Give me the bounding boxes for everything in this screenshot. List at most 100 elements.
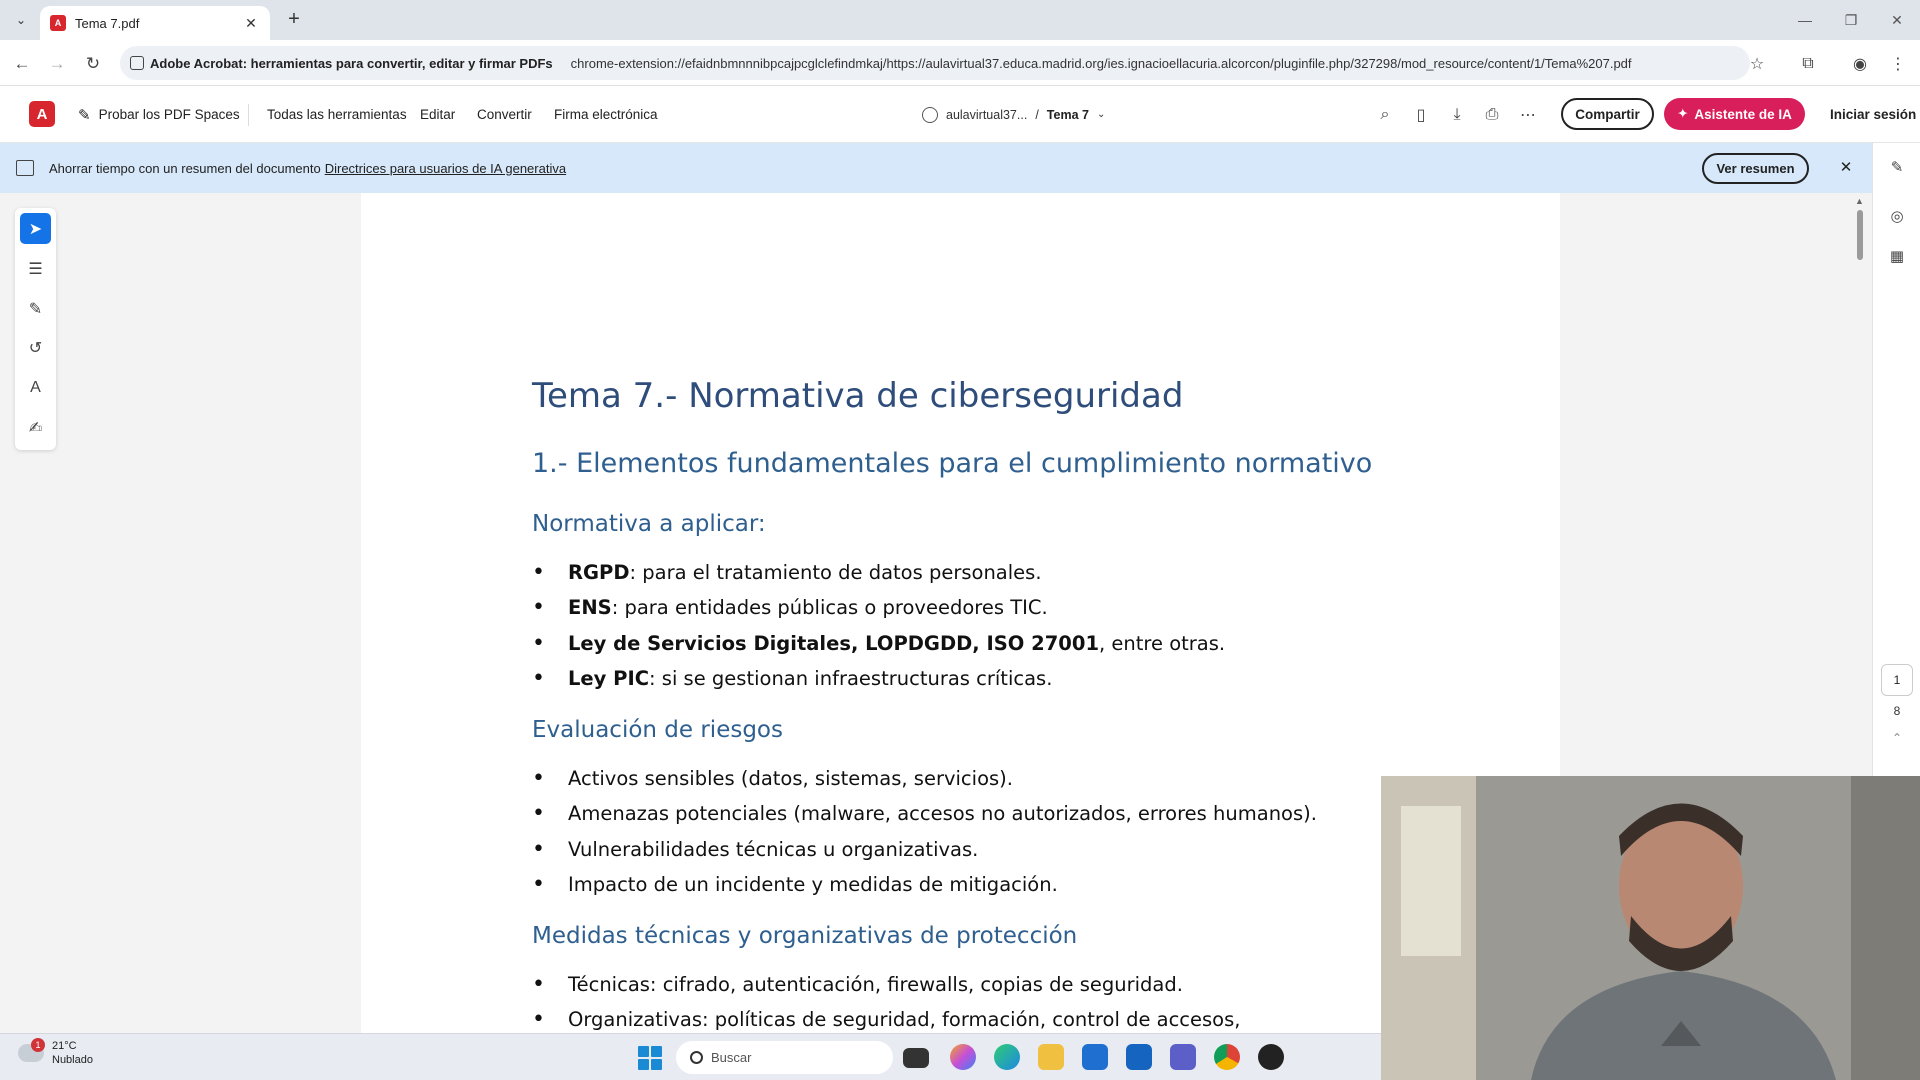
webcam-overlay xyxy=(1381,776,1920,1080)
page-view-icon[interactable]: ▯ xyxy=(1408,102,1434,128)
acrobat-logo-icon[interactable]: A xyxy=(29,101,55,127)
breadcrumb[interactable]: aulavirtual37... / Tema 7 ⌄ xyxy=(922,86,1105,143)
reload-icon[interactable]: ↻ xyxy=(81,52,105,76)
extensions-icon[interactable]: ⧉ xyxy=(1796,52,1820,76)
tab-title: Tema 7.pdf xyxy=(75,15,140,31)
list-item: Ley de Servicios Digitales, LOPDGDD, ISO… xyxy=(532,626,1225,662)
recording-app-icon[interactable] xyxy=(1258,1044,1284,1070)
profile-icon[interactable]: ◉ xyxy=(1848,52,1872,76)
file-explorer-icon[interactable] xyxy=(1038,1044,1064,1070)
summary-banner: Ahorrar tiempo con un resumen del docume… xyxy=(0,143,1872,193)
thumbnails-grid-icon[interactable]: ▦ xyxy=(1886,245,1908,267)
site-info-chip[interactable]: Adobe Acrobat: herramientas para convert… xyxy=(130,56,563,71)
extension-icon xyxy=(130,56,144,70)
list-item: Amenazas potenciales (malware, accesos n… xyxy=(532,796,1317,832)
teams-icon[interactable] xyxy=(1170,1044,1196,1070)
task-view-icon[interactable] xyxy=(903,1048,929,1068)
cloud-icon: 1 xyxy=(18,1038,45,1062)
comment-tool-icon[interactable]: ☰ xyxy=(20,253,51,284)
download-icon[interactable]: ⤓ xyxy=(1444,102,1470,128)
banner-close-icon[interactable]: ✕ xyxy=(1836,157,1856,177)
tab-search-dropdown-icon[interactable]: ⌄ xyxy=(10,9,32,31)
print-icon[interactable]: ⎙ xyxy=(1479,102,1505,128)
chevron-down-icon[interactable]: ⌄ xyxy=(1097,109,1105,120)
list-item: Activos sensibles (datos, sistemas, serv… xyxy=(532,761,1317,797)
page-up-icon[interactable]: ⌃ xyxy=(1881,731,1913,745)
ai-assistant-label: Asistente de IA xyxy=(1694,106,1792,122)
list-item: RGPD: para el tratamiento de datos perso… xyxy=(532,555,1225,591)
normativa-list: RGPD: para el tratamiento de datos perso… xyxy=(532,555,1225,697)
browser-tab-bar: ⌄ A Tema 7.pdf ✕ + — ❐ ✕ xyxy=(0,0,1920,40)
address-bar-row: ← → ↻ Adobe Acrobat: herramientas para c… xyxy=(0,40,1920,86)
select-cursor-icon[interactable]: ➤ xyxy=(20,213,51,244)
subheading-riesgos: Evaluación de riesgos xyxy=(532,717,783,743)
close-window-icon[interactable]: ✕ xyxy=(1874,0,1920,40)
menu-convert[interactable]: Convertir xyxy=(477,86,532,143)
menu-e-signature[interactable]: Firma electrónica xyxy=(554,86,658,143)
webcam-person-image xyxy=(1381,776,1920,1080)
chrome-icon[interactable] xyxy=(1214,1044,1240,1070)
banner-text: Ahorrar tiempo con un resumen del docume… xyxy=(49,160,321,176)
omnibox[interactable]: Adobe Acrobat: herramientas para convert… xyxy=(120,46,1750,80)
globe-icon xyxy=(922,106,938,123)
weather-widget[interactable]: 1 21°C Nublado xyxy=(18,1038,93,1066)
copilot-icon[interactable] xyxy=(950,1044,976,1070)
breadcrumb-site: aulavirtual37... xyxy=(946,107,1028,122)
medidas-list: Técnicas: cifrado, autenticación, firewa… xyxy=(532,967,1240,1033)
tab-tema7[interactable]: A Tema 7.pdf ✕ xyxy=(40,6,270,40)
more-options-icon[interactable]: ⋯ xyxy=(1515,102,1541,128)
draw-lasso-icon[interactable]: ↺ xyxy=(20,332,51,363)
list-item: Vulnerabilidades técnicas u organizativa… xyxy=(532,832,1317,868)
forward-icon[interactable]: → xyxy=(45,52,69,76)
sign-tool-icon[interactable]: ✍ xyxy=(20,412,51,443)
back-icon[interactable]: ← xyxy=(10,52,34,76)
new-tab-icon[interactable]: + xyxy=(282,8,306,31)
notification-badge: 1 xyxy=(31,1038,45,1052)
restore-icon[interactable]: ❐ xyxy=(1828,0,1874,40)
document-scrollbar[interactable]: ▲ xyxy=(1852,196,1868,756)
view-summary-button[interactable]: Ver resumen xyxy=(1702,153,1809,184)
pdf-favicon-icon: A xyxy=(50,15,66,31)
highlight-pen-icon[interactable]: ✎ xyxy=(20,293,51,324)
outlook-icon[interactable] xyxy=(1126,1044,1152,1070)
search-icon xyxy=(690,1051,703,1064)
search-icon[interactable]: ⌕ xyxy=(1372,102,1398,128)
list-item: Impacto de un incidente y medidas de mit… xyxy=(532,867,1317,903)
menu-all-tools[interactable]: Todas las herramientas xyxy=(267,86,407,143)
acrobat-toolbar: A ✎ Probar los PDF Spaces Todas las herr… xyxy=(0,86,1920,143)
toolbar-divider xyxy=(248,104,249,126)
text-box-icon[interactable]: A xyxy=(20,372,51,403)
riesgos-list: Activos sensibles (datos, sistemas, serv… xyxy=(532,761,1317,903)
try-pdf-spaces-button[interactable]: ✎ Probar los PDF Spaces xyxy=(78,86,240,143)
list-item: ENS: para entidades públicas o proveedor… xyxy=(532,590,1225,626)
scroll-up-arrow-icon[interactable]: ▲ xyxy=(1855,196,1864,206)
sign-in-link[interactable]: Iniciar sesión xyxy=(1830,86,1916,143)
spaces-icon: ✎ xyxy=(78,106,91,124)
tab-close-icon[interactable]: ✕ xyxy=(242,15,260,32)
list-item: Técnicas: cifrado, autenticación, firewa… xyxy=(532,967,1240,1003)
ai-assistant-button[interactable]: ✦ Asistente de IA xyxy=(1664,98,1805,130)
bookmark-star-icon[interactable]: ☆ xyxy=(1745,52,1769,76)
edge-browser-icon[interactable] xyxy=(994,1044,1020,1070)
list-item: Ley PIC: si se gestionan infraestructura… xyxy=(532,661,1225,697)
summary-icon xyxy=(16,160,34,176)
current-page-field[interactable]: 1 xyxy=(1881,664,1913,696)
scroll-thumb[interactable] xyxy=(1857,210,1863,260)
comments-panel-icon[interactable]: ◎ xyxy=(1886,205,1908,227)
store-icon[interactable] xyxy=(1082,1044,1108,1070)
taskbar-search-box[interactable]: Buscar xyxy=(676,1041,893,1074)
ai-guidelines-link[interactable]: Directrices para usuarios de IA generati… xyxy=(325,161,566,176)
windows-start-icon[interactable] xyxy=(638,1046,662,1070)
share-button[interactable]: Compartir xyxy=(1561,98,1654,130)
site-chip-label: Adobe Acrobat: herramientas para convert… xyxy=(150,55,553,71)
ai-assistant-icon: ✦ xyxy=(1677,106,1689,121)
minimize-icon[interactable]: — xyxy=(1782,0,1828,40)
document-title: Tema 7.- Normativa de ciberseguridad xyxy=(532,376,1184,416)
subheading-normativa: Normativa a aplicar: xyxy=(532,511,766,537)
url-text[interactable]: chrome-extension://efaidnbmnnnibpcajpcgl… xyxy=(571,56,1632,71)
menu-edit[interactable]: Editar xyxy=(420,86,455,143)
browser-menu-icon[interactable]: ⋮ xyxy=(1886,52,1910,76)
ai-summary-panel-icon[interactable]: ✎ xyxy=(1886,156,1908,178)
windows-taskbar: 1 21°C Nublado Buscar xyxy=(0,1033,1381,1080)
left-tool-rail: ➤ ☰ ✎ ↺ A ✍ xyxy=(15,208,56,450)
